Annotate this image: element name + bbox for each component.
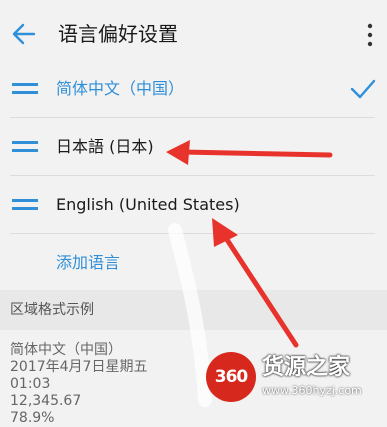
divider	[10, 233, 375, 234]
more-vertical-icon[interactable]	[362, 22, 378, 48]
drag-handle-icon[interactable]	[12, 198, 38, 212]
add-language-row[interactable]: 添加语言	[0, 235, 387, 289]
check-icon	[350, 79, 376, 99]
section-title: 区域格式示例	[10, 302, 94, 318]
arrow-left-icon[interactable]	[10, 20, 38, 48]
watermark-url: www.360hyzj.com	[262, 384, 362, 397]
language-label: English (United States)	[56, 195, 240, 214]
add-language-link[interactable]: 添加语言	[56, 251, 120, 275]
language-row-ja-jp[interactable]: 日本語 (日本)	[0, 118, 387, 176]
example-percent: 78.9%	[10, 410, 55, 426]
example-time: 01:03	[10, 376, 51, 392]
example-language: 简体中文（中国）	[10, 342, 122, 358]
example-date: 2017年4月7日星期五	[10, 359, 148, 375]
site-watermark: 360 货源之家 www.360hyzj.com	[206, 352, 386, 422]
language-label: 简体中文（中国）	[56, 79, 185, 98]
language-label: 日本語 (日本)	[56, 137, 154, 156]
region-format-section-header: 区域格式示例	[0, 290, 387, 330]
watermark-logo: 360	[206, 352, 256, 402]
language-row-en-us[interactable]: English (United States)	[0, 176, 387, 234]
region-format-examples: 简体中文（中国） 2017年4月7日星期五 01:03 12,345.67 78…	[10, 342, 210, 427]
example-number: 12,345.67	[10, 393, 82, 409]
drag-handle-icon[interactable]	[12, 82, 38, 96]
page-title: 语言偏好设置	[58, 22, 178, 46]
language-list: 简体中文（中国） 日本語 (日本) English (United States…	[0, 60, 387, 234]
language-row-zh-cn[interactable]: 简体中文（中国）	[0, 60, 387, 118]
watermark-name: 货源之家	[262, 355, 351, 380]
drag-handle-icon[interactable]	[12, 140, 38, 154]
